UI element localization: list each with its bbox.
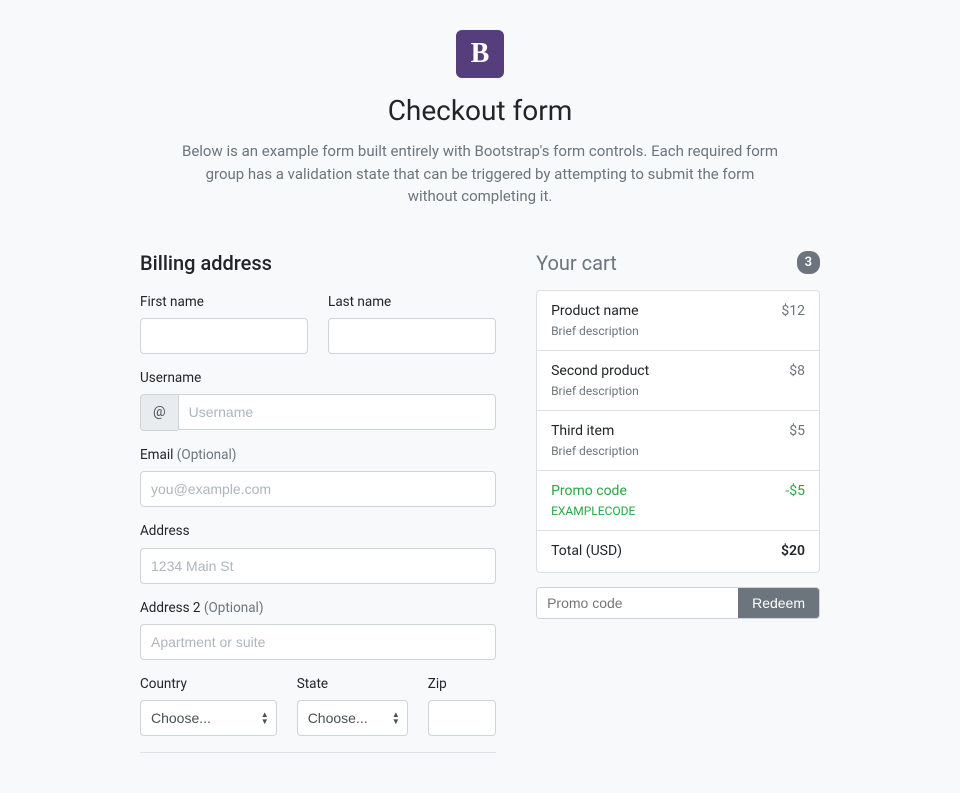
total-value: $20 (781, 541, 805, 562)
zip-input[interactable] (428, 700, 496, 736)
username-prefix: @ (140, 394, 178, 431)
bootstrap-logo: B (456, 30, 504, 78)
divider (140, 752, 496, 753)
cart-item-name: Third item (551, 421, 639, 442)
cart-item-desc: Brief description (551, 382, 649, 400)
email-label: Email (Optional) (140, 445, 496, 465)
cart-item-name: Product name (551, 301, 639, 322)
cart-list: Product name Brief description $12 Secon… (536, 290, 820, 573)
cart-item-price: $5 (789, 421, 805, 442)
cart-count-badge: 3 (797, 251, 820, 275)
state-select[interactable]: Choose... (297, 700, 408, 736)
total-label: Total (USD) (551, 541, 622, 562)
cart-item: Second product Brief description $8 (537, 351, 819, 411)
promo-name: Promo code (551, 481, 635, 502)
username-input[interactable] (178, 394, 497, 430)
address2-label: Address 2 (Optional) (140, 598, 496, 618)
promo-discount: -$5 (785, 481, 805, 502)
cart-promo-item: Promo code EXAMPLECODE -$5 (537, 471, 819, 531)
cart-item-name: Second product (551, 361, 649, 382)
last-name-label: Last name (328, 292, 496, 312)
promo-code: EXAMPLECODE (551, 502, 635, 520)
promo-input[interactable] (537, 588, 738, 618)
promo-form: Redeem (536, 587, 820, 619)
country-label: Country (140, 674, 277, 694)
cart-item-desc: Brief description (551, 442, 639, 460)
first-name-label: First name (140, 292, 308, 312)
country-select[interactable]: Choose... (140, 700, 277, 736)
address2-input[interactable] (140, 624, 496, 660)
billing-section-title: Billing address (140, 248, 496, 278)
username-label: Username (140, 368, 496, 388)
page-title: Checkout form (140, 90, 820, 132)
redeem-button[interactable]: Redeem (738, 588, 819, 618)
cart-item-price: $8 (789, 361, 805, 382)
address-input[interactable] (140, 548, 496, 584)
address-label: Address (140, 521, 496, 541)
cart-item: Product name Brief description $12 (537, 291, 819, 351)
email-input[interactable] (140, 471, 496, 507)
cart-item-price: $12 (781, 301, 805, 322)
cart-total-row: Total (USD) $20 (537, 531, 819, 572)
cart-item-desc: Brief description (551, 322, 639, 340)
last-name-input[interactable] (328, 318, 496, 354)
first-name-input[interactable] (140, 318, 308, 354)
state-label: State (297, 674, 408, 694)
cart-item: Third item Brief description $5 (537, 411, 819, 471)
page-lead: Below is an example form built entirely … (180, 140, 780, 208)
cart-title: Your cart (536, 248, 617, 278)
zip-label: Zip (428, 674, 496, 694)
